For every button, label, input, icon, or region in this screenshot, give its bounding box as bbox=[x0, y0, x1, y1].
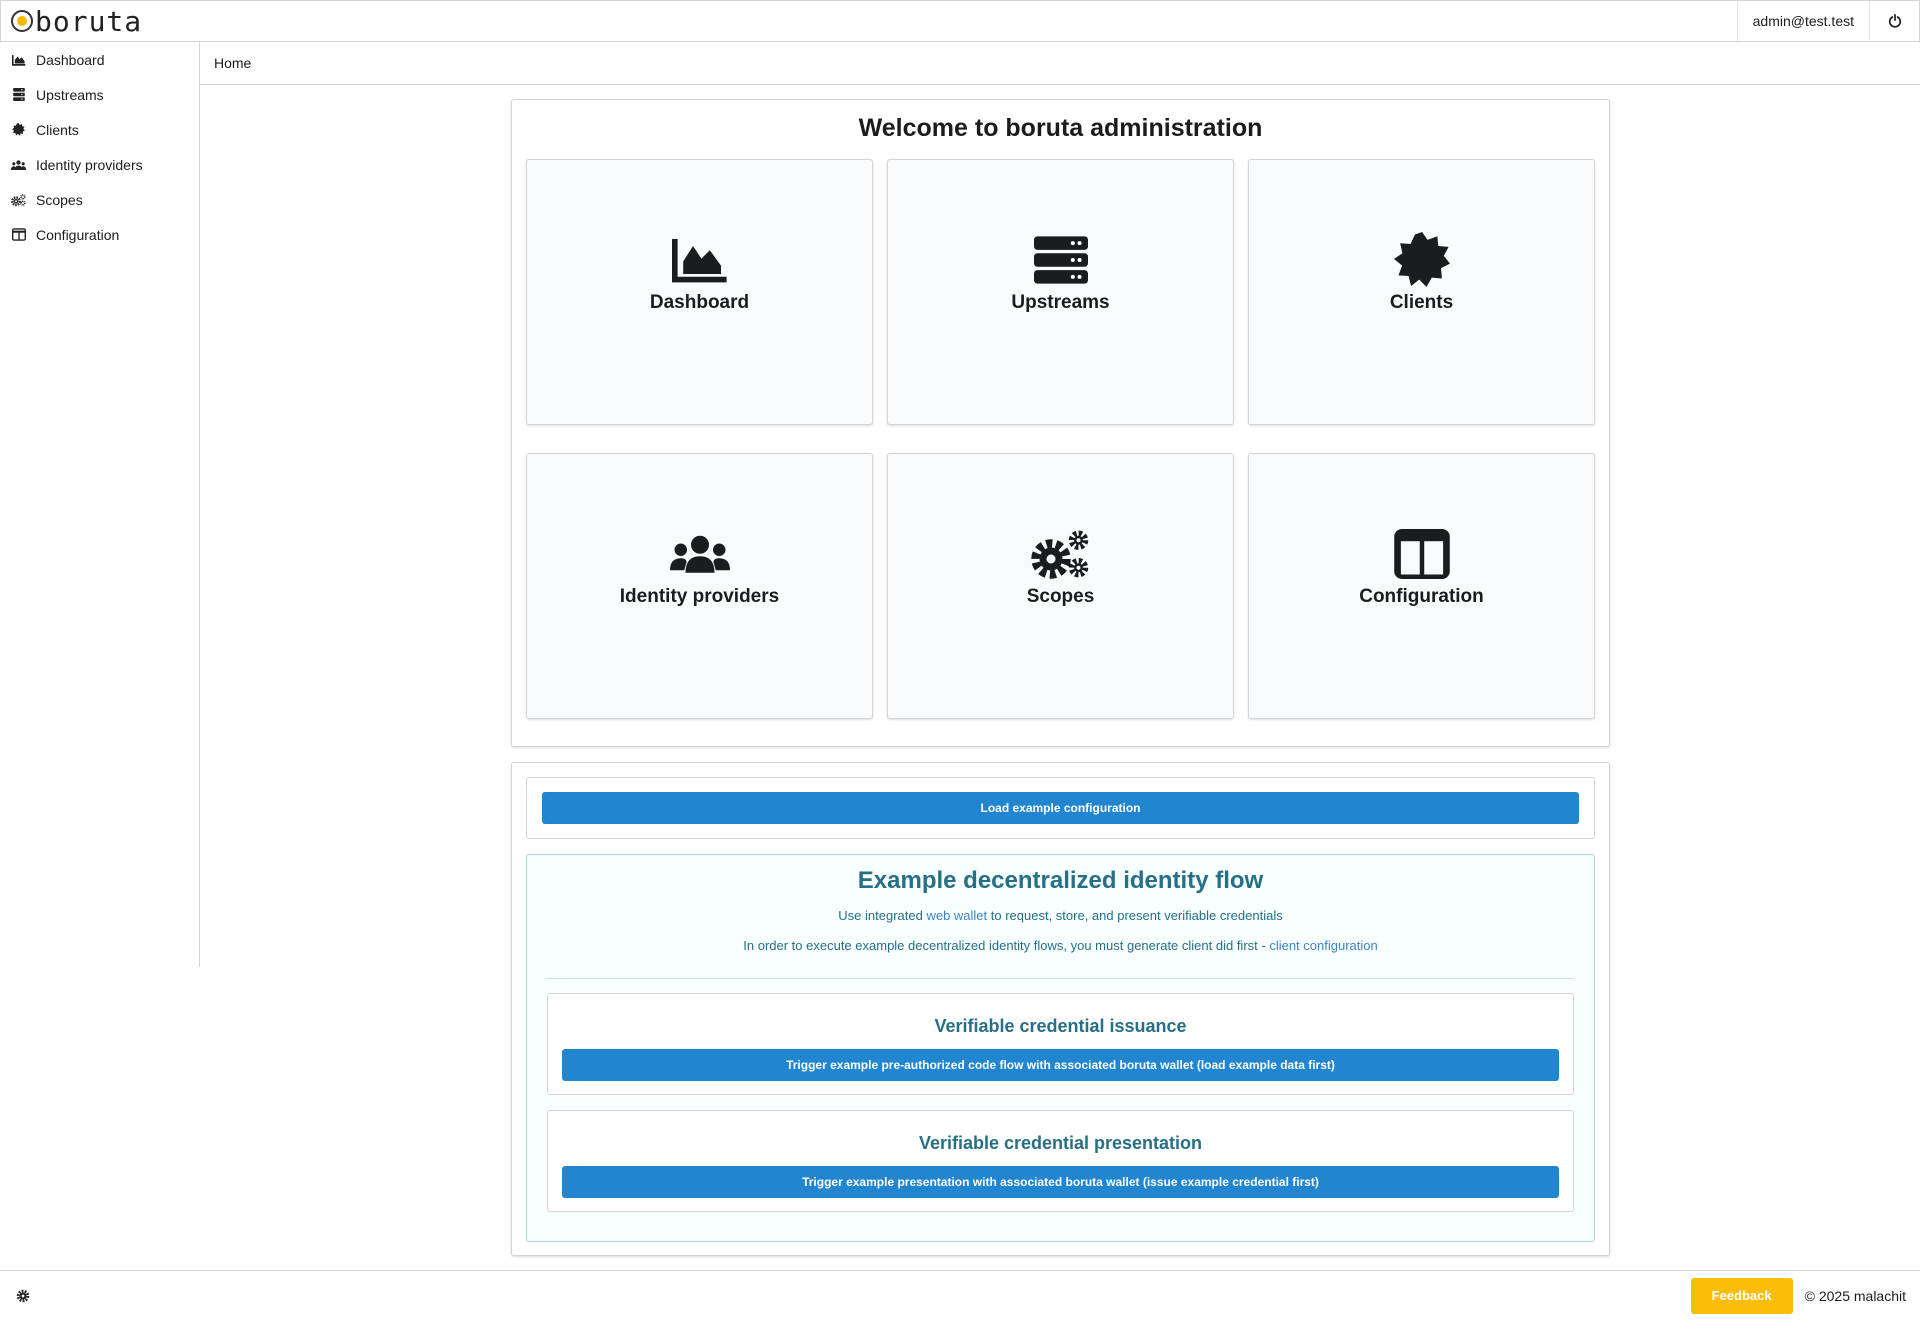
sidebar-item-label: Identity providers bbox=[36, 156, 143, 173]
tile-scopes[interactable]: Scopes bbox=[887, 453, 1234, 719]
logout-button[interactable] bbox=[1869, 1, 1919, 41]
sidebar-item-label: Configuration bbox=[36, 226, 120, 243]
settings-icon[interactable] bbox=[16, 1289, 30, 1303]
power-icon bbox=[1888, 14, 1901, 28]
cogs-icon bbox=[1030, 524, 1091, 584]
sidebar-item-scopes[interactable]: Scopes bbox=[0, 182, 199, 217]
server-icon bbox=[11, 87, 26, 102]
page-title: Welcome to boruta administration bbox=[858, 114, 1263, 142]
load-example-box: Load example configuration bbox=[526, 777, 1595, 839]
tile-label: Configuration bbox=[1359, 586, 1484, 607]
sidebar-item-clients[interactable]: Clients bbox=[0, 112, 199, 147]
logo-icon bbox=[11, 10, 33, 32]
logo[interactable]: boruta bbox=[1, 1, 142, 41]
breadcrumb: Home bbox=[200, 42, 1920, 85]
sidebar-item-dashboard[interactable]: Dashboard bbox=[0, 42, 199, 77]
tile-label: Clients bbox=[1389, 292, 1454, 313]
server-icon bbox=[1031, 230, 1091, 290]
sidebar-item-label: Upstreams bbox=[36, 86, 104, 103]
web-wallet-text: Use integrated web wallet to request, st… bbox=[527, 908, 1594, 923]
logo-text: boruta bbox=[35, 4, 143, 38]
sidebar-item-label: Dashboard bbox=[36, 51, 105, 68]
client-did-text-before: In order to execute example decentralize… bbox=[743, 938, 1270, 953]
welcome-panel: Welcome to boruta administration Dashboa… bbox=[511, 99, 1610, 747]
web-wallet-text-before: Use integrated bbox=[838, 908, 927, 923]
user-email[interactable]: admin@test.test bbox=[1736, 1, 1869, 41]
web-wallet-text-after: to request, store, and present verifiabl… bbox=[987, 908, 1283, 923]
issuance-title: Verifiable credential issuance bbox=[934, 1016, 1187, 1036]
tile-upstreams[interactable]: Upstreams bbox=[887, 159, 1234, 425]
divider bbox=[547, 978, 1574, 979]
tile-configuration[interactable]: Configuration bbox=[1248, 453, 1595, 719]
breadcrumb-home[interactable]: Home bbox=[214, 55, 251, 71]
area-chart-icon bbox=[670, 230, 730, 290]
presentation-title: Verifiable credential presentation bbox=[918, 1133, 1203, 1153]
columns-icon bbox=[1392, 524, 1452, 584]
sidebar-item-label: Clients bbox=[36, 121, 79, 138]
client-configuration-link[interactable]: client configuration bbox=[1269, 938, 1377, 953]
web-wallet-link[interactable]: web wallet bbox=[926, 908, 987, 923]
did-flow-title: Example decentralized identity flow bbox=[857, 867, 1264, 894]
columns-icon bbox=[11, 227, 26, 242]
sidebar-item-label: Scopes bbox=[36, 191, 83, 208]
load-example-button[interactable]: Load example configuration bbox=[542, 792, 1579, 824]
sidebar-item-configuration[interactable]: Configuration bbox=[0, 217, 199, 252]
footer: Feedback © 2025 malachit bbox=[0, 1270, 1920, 1320]
tile-label: Dashboard bbox=[649, 292, 750, 313]
area-chart-icon bbox=[11, 52, 26, 67]
certificate-icon bbox=[11, 122, 26, 137]
tile-dashboard[interactable]: Dashboard bbox=[526, 159, 873, 425]
issuance-box: Verifiable credential issuance Trigger e… bbox=[547, 993, 1574, 1095]
users-icon bbox=[669, 524, 730, 584]
sidebar: Dashboard Upstreams Clients Identity pro… bbox=[0, 42, 200, 967]
cogs-icon bbox=[11, 192, 26, 207]
sidebar-item-upstreams[interactable]: Upstreams bbox=[0, 77, 199, 112]
did-flow-box: Example decentralized identity flow Use … bbox=[526, 854, 1595, 1242]
examples-panel: Load example configuration Example decen… bbox=[511, 762, 1610, 1256]
users-icon bbox=[11, 157, 26, 172]
tile-label: Scopes bbox=[1026, 586, 1095, 607]
client-did-text: In order to execute example decentralize… bbox=[527, 938, 1594, 953]
copyright: © 2025 malachit bbox=[1804, 1287, 1906, 1304]
feedback-button[interactable]: Feedback bbox=[1690, 1277, 1793, 1314]
tile-identity-providers[interactable]: Identity providers bbox=[526, 453, 873, 719]
tile-label: Upstreams bbox=[1011, 292, 1110, 313]
certificate-icon bbox=[1392, 230, 1452, 290]
presentation-box: Verifiable credential presentation Trigg… bbox=[547, 1110, 1574, 1212]
tile-label: Identity providers bbox=[619, 586, 780, 607]
trigger-presentation-button[interactable]: Trigger example presentation with associ… bbox=[562, 1166, 1559, 1198]
tile-clients[interactable]: Clients bbox=[1248, 159, 1595, 425]
trigger-issuance-button[interactable]: Trigger example pre-authorized code flow… bbox=[562, 1049, 1559, 1081]
top-bar: boruta admin@test.test bbox=[0, 0, 1920, 42]
sidebar-item-identity-providers[interactable]: Identity providers bbox=[0, 147, 199, 182]
